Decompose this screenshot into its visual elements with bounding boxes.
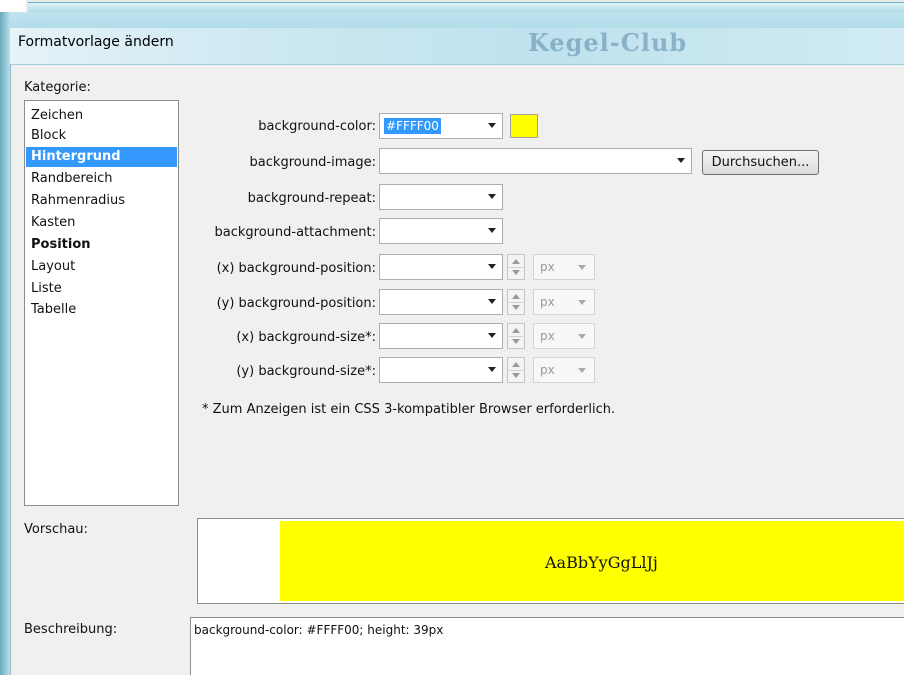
bg-attachment-value[interactable] xyxy=(384,223,388,239)
bg-color-label: background-color: xyxy=(258,119,376,134)
chevron-down-icon[interactable] xyxy=(488,123,496,128)
chevron-down-icon[interactable] xyxy=(578,334,586,339)
size-y-unit-value: px xyxy=(540,363,555,377)
size-y-stepper[interactable] xyxy=(507,357,525,383)
chevron-down-icon[interactable] xyxy=(578,265,586,270)
background-brand-text: Kegel-Club xyxy=(528,28,688,57)
spin-down-icon[interactable] xyxy=(512,373,520,378)
desktop-strip xyxy=(0,0,904,13)
pos-x-label: (x) background-position: xyxy=(216,261,376,276)
category-item-zeichen[interactable]: Zeichen xyxy=(26,106,177,126)
category-label: Kategorie: xyxy=(24,80,91,95)
browse-button[interactable]: Durchsuchen... xyxy=(702,150,819,175)
category-item-liste[interactable]: Liste xyxy=(26,279,177,299)
pos-y-label: (y) background-position: xyxy=(216,296,376,311)
spin-down-icon[interactable] xyxy=(512,339,520,344)
spin-up-icon[interactable] xyxy=(512,259,520,264)
color-swatch[interactable] xyxy=(510,114,538,138)
chevron-down-icon[interactable] xyxy=(578,300,586,305)
size-y-label: (y) background-size*: xyxy=(236,364,376,379)
category-item-layout[interactable]: Layout xyxy=(26,257,177,277)
bg-repeat-combo[interactable] xyxy=(379,184,503,210)
category-item-hintergrund[interactable]: Hintergrund xyxy=(26,147,177,167)
category-item-kasten[interactable]: Kasten xyxy=(26,213,177,233)
css3-note: * Zum Anzeigen ist ein CSS 3-kompatibler… xyxy=(202,402,616,417)
category-item-rahmenradius[interactable]: Rahmenradius xyxy=(26,191,177,211)
size-x-stepper[interactable] xyxy=(507,323,525,349)
bg-attachment-combo[interactable] xyxy=(379,218,503,244)
size-y-unit-select[interactable]: px xyxy=(533,357,595,383)
category-item-randbereich[interactable]: Randbereich xyxy=(26,169,177,189)
chevron-down-icon[interactable] xyxy=(488,367,496,372)
pos-x-unit-value: px xyxy=(540,260,555,274)
pos-y-combo[interactable] xyxy=(379,289,503,315)
category-item-block[interactable]: Block xyxy=(26,126,177,146)
bg-attachment-label: background-attachment: xyxy=(214,225,376,240)
spin-up-icon[interactable] xyxy=(512,328,520,333)
pos-x-stepper[interactable] xyxy=(507,254,525,280)
dialog-frame-edge xyxy=(0,12,10,675)
spin-up-icon[interactable] xyxy=(512,362,520,367)
pos-x-unit-select[interactable]: px xyxy=(533,254,595,280)
category-list[interactable]: Zeichen Block Hintergrund Randbereich Ra… xyxy=(24,100,179,506)
description-label: Beschreibung: xyxy=(24,622,118,637)
chevron-down-icon[interactable] xyxy=(488,333,496,338)
bg-repeat-label: background-repeat: xyxy=(247,191,376,206)
preview-sample-text: AaBbYyGgLlJj xyxy=(545,553,658,572)
preview-label: Vorschau: xyxy=(24,522,88,537)
chevron-down-icon[interactable] xyxy=(488,194,496,199)
bg-color-value[interactable]: #FFFF00 xyxy=(384,118,441,134)
size-y-combo[interactable] xyxy=(379,357,503,383)
chevron-down-icon[interactable] xyxy=(488,264,496,269)
category-item-tabelle[interactable]: Tabelle xyxy=(26,300,177,320)
size-x-label: (x) background-size*: xyxy=(236,330,376,345)
dialog-title: Formatvorlage ändern xyxy=(18,34,174,50)
bg-color-combo[interactable]: #FFFF00 xyxy=(379,113,503,139)
bg-repeat-value[interactable] xyxy=(384,189,388,205)
chevron-down-icon[interactable] xyxy=(488,299,496,304)
category-item-position[interactable]: Position xyxy=(26,235,177,255)
size-x-unit-select[interactable]: px xyxy=(533,323,595,349)
chevron-down-icon[interactable] xyxy=(488,228,496,233)
pos-y-unit-value: px xyxy=(540,295,555,309)
bg-image-value[interactable] xyxy=(384,153,388,169)
bg-image-label: background-image: xyxy=(249,155,376,170)
pos-x-combo[interactable] xyxy=(379,254,503,280)
pos-y-stepper[interactable] xyxy=(507,289,525,315)
pos-y-unit-select[interactable]: px xyxy=(533,289,595,315)
spin-down-icon[interactable] xyxy=(512,305,520,310)
size-x-combo[interactable] xyxy=(379,323,503,349)
chevron-down-icon[interactable] xyxy=(677,158,685,163)
description-text: background-color: #FFFF00; height: 39px xyxy=(194,623,444,637)
bg-image-combo[interactable] xyxy=(379,148,692,174)
size-x-unit-value: px xyxy=(540,329,555,343)
spin-down-icon[interactable] xyxy=(512,270,520,275)
chevron-down-icon[interactable] xyxy=(578,368,586,373)
spin-up-icon[interactable] xyxy=(512,294,520,299)
